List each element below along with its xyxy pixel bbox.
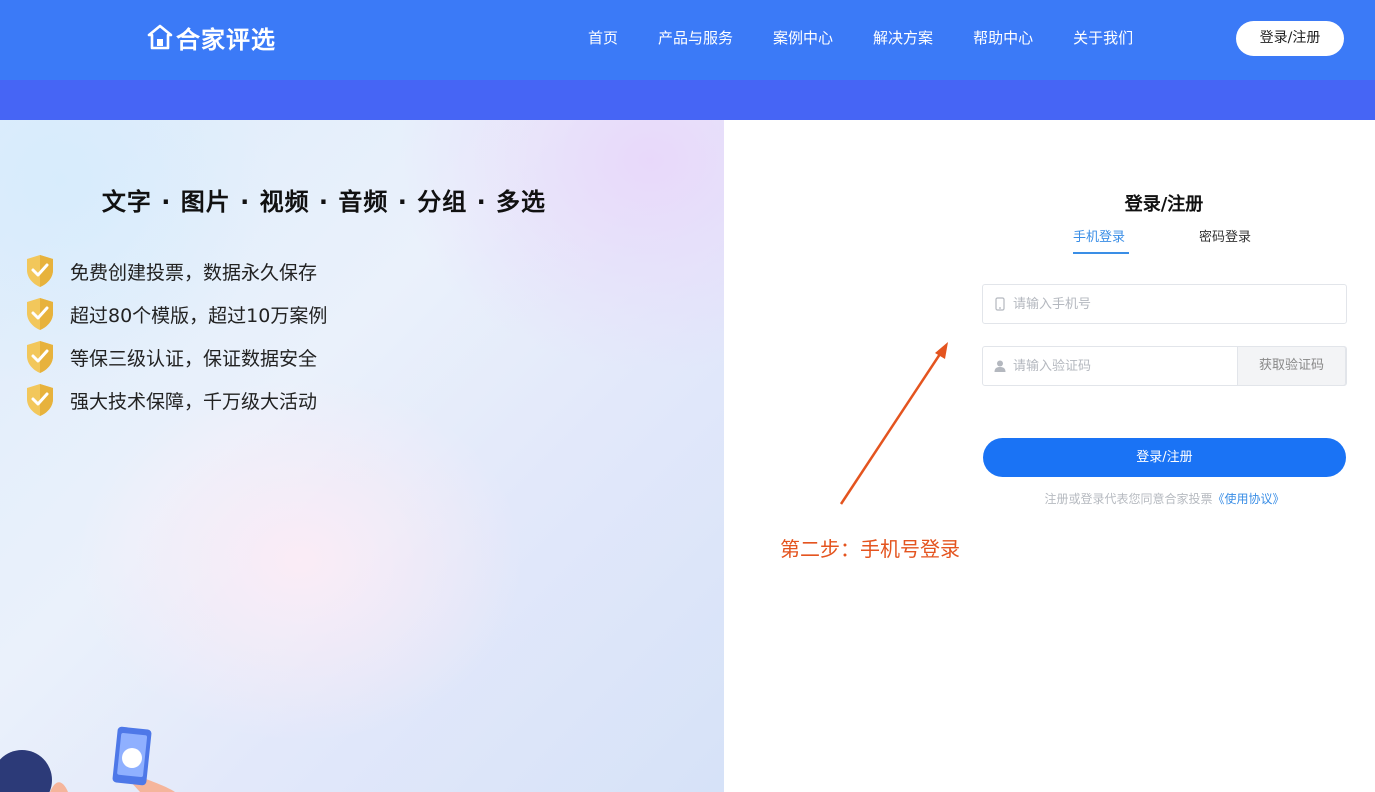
phone-illustration xyxy=(0,726,175,792)
feature-item: 超过80个模版，超过10万案例 xyxy=(25,297,327,331)
main-nav: 首页 产品与服务 案例中心 解决方案 帮助中心 关于我们 xyxy=(568,26,1153,50)
nav-item-about[interactable]: 关于我们 xyxy=(1073,26,1133,50)
agreement-text: 注册或登录代表您同意合家投票《使用协议》 xyxy=(983,490,1346,507)
shield-check-icon xyxy=(27,384,53,416)
top-header: 合家评选 首页 产品与服务 案例中心 解决方案 帮助中心 关于我们 登录/注册 xyxy=(0,0,1375,80)
nav-item-products[interactable]: 产品与服务 xyxy=(658,26,733,50)
logo-text: 合家评选 xyxy=(176,24,276,54)
header-login-button[interactable]: 登录/注册 xyxy=(1236,21,1344,56)
feature-text: 免费创建投票，数据永久保存 xyxy=(70,261,318,284)
feature-text: 等保三级认证，保证数据安全 xyxy=(70,347,318,370)
feature-text: 强大技术保障，千万级大活动 xyxy=(70,390,318,413)
verification-code-input[interactable] xyxy=(1013,347,1233,385)
user-icon xyxy=(994,360,1006,372)
feature-item: 强大技术保障，千万级大活动 xyxy=(25,383,317,417)
hero-panel: 文字 · 图片 · 视频 · 音频 · 分组 · 多选 免费创建投票，数据永久保… xyxy=(0,120,724,792)
tab-phone-login[interactable]: 手机登录 xyxy=(1073,226,1125,245)
annotation-arrow-icon xyxy=(839,342,948,505)
shield-check-icon xyxy=(27,341,53,373)
login-submit-button[interactable]: 登录/注册 xyxy=(983,438,1346,477)
login-form-title: 登录/注册 xyxy=(1124,194,1204,215)
feature-text: 超过80个模版，超过10万案例 xyxy=(70,304,328,327)
agreement-prefix: 注册或登录代表您同意合家投票 xyxy=(1044,492,1213,506)
mobile-phone-icon xyxy=(995,297,1005,311)
nav-item-cases[interactable]: 案例中心 xyxy=(773,26,833,50)
shield-check-icon xyxy=(27,298,53,330)
feature-item: 免费创建投票，数据永久保存 xyxy=(25,254,317,288)
active-tab-indicator xyxy=(1073,252,1129,254)
hero-title: 文字 · 图片 · 视频 · 音频 · 分组 · 多选 xyxy=(101,188,547,216)
shield-check-icon xyxy=(27,255,53,287)
tab-password-login[interactable]: 密码登录 xyxy=(1199,226,1251,245)
get-code-button[interactable]: 获取验证码 xyxy=(1237,346,1346,386)
feature-item: 等保三级认证，保证数据安全 xyxy=(25,340,317,374)
nav-item-help[interactable]: 帮助中心 xyxy=(973,26,1033,50)
phone-field[interactable] xyxy=(982,284,1347,324)
house-logo-icon xyxy=(147,24,173,50)
annotation-label: 第二步：手机号登录 xyxy=(780,537,960,561)
logo[interactable]: 合家评选 xyxy=(147,20,276,54)
nav-item-solutions[interactable]: 解决方案 xyxy=(873,26,933,50)
code-field[interactable]: 获取验证码 xyxy=(982,346,1347,386)
terms-link[interactable]: 《使用协议》 xyxy=(1213,492,1285,506)
nav-item-home[interactable]: 首页 xyxy=(588,26,618,50)
sub-banner-bar xyxy=(0,80,1375,120)
phone-input[interactable] xyxy=(1013,285,1233,323)
